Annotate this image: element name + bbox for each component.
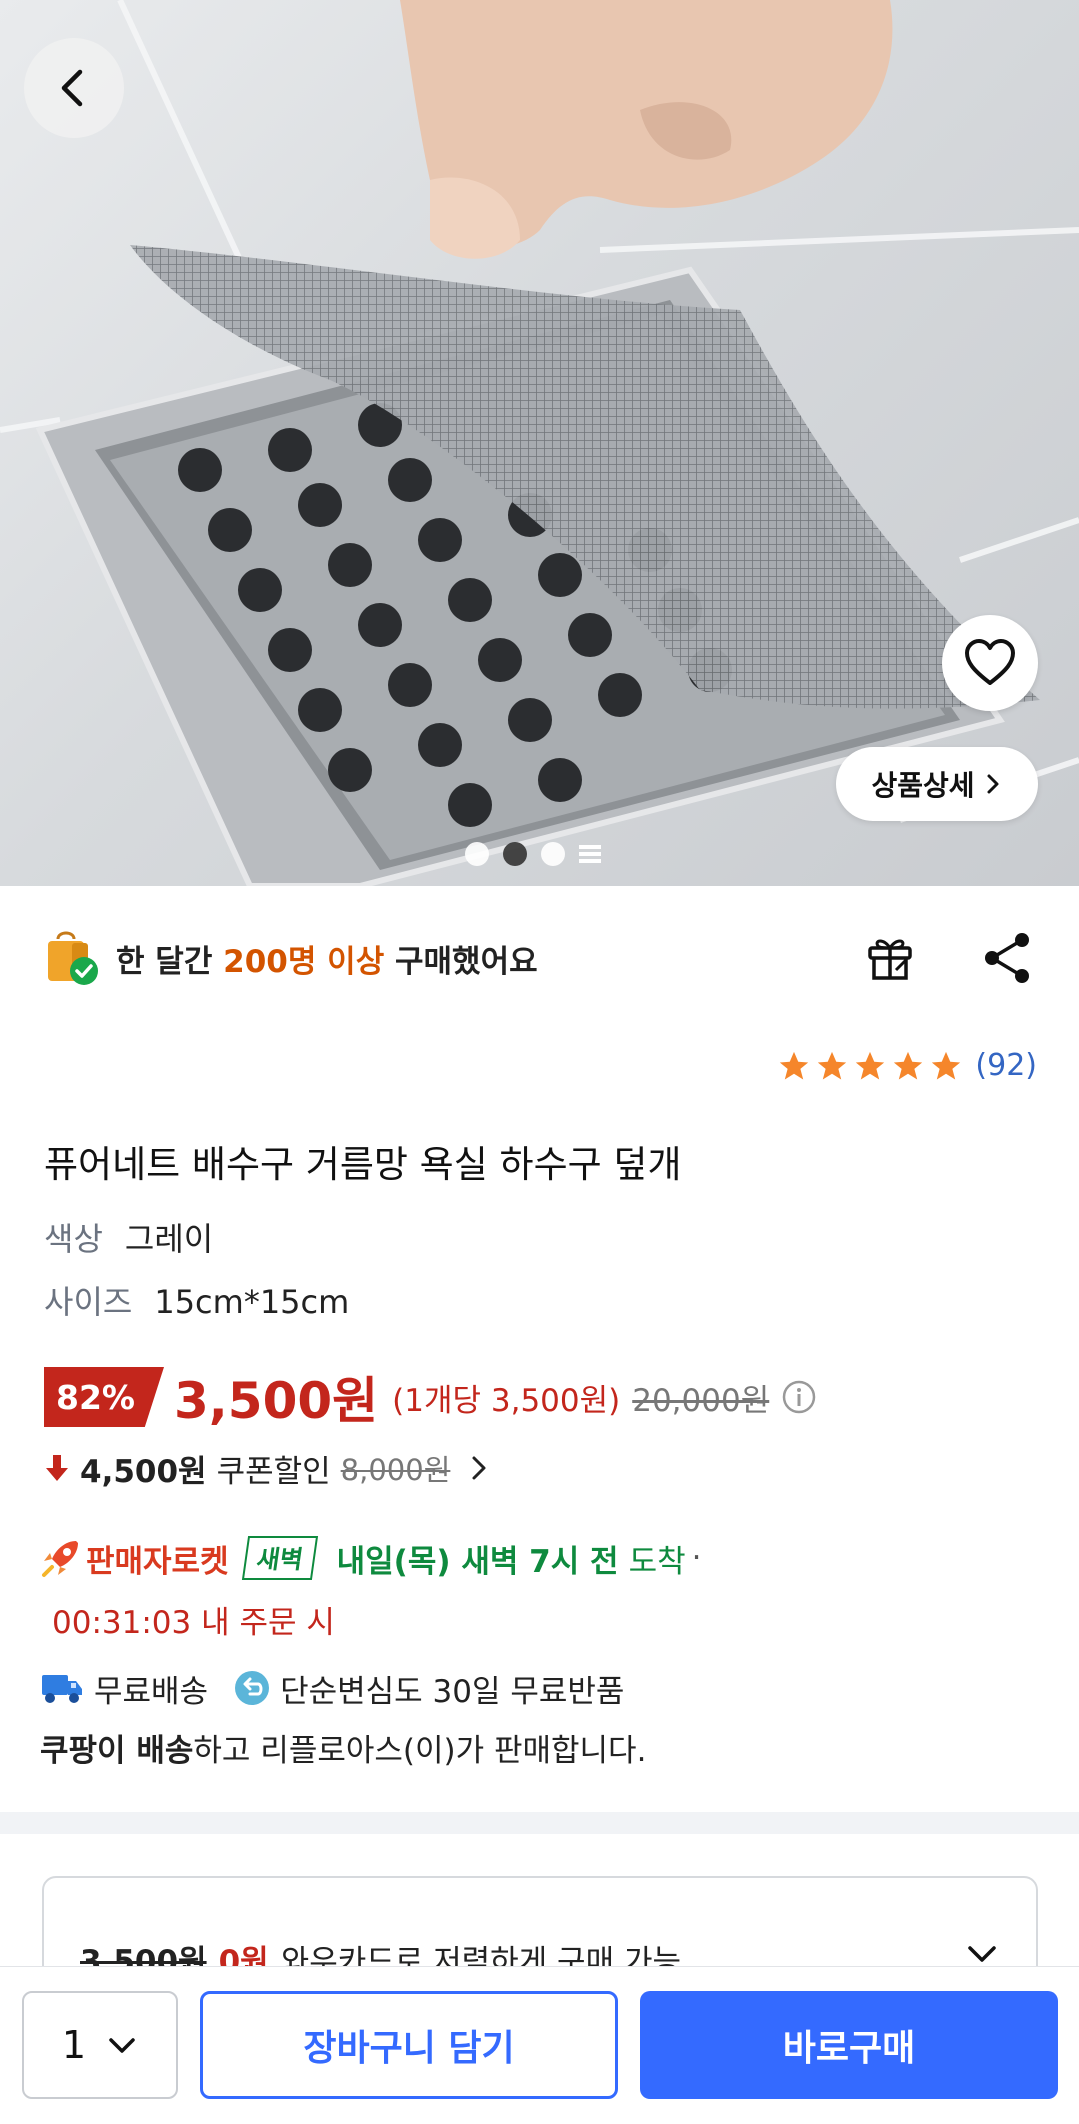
back-button[interactable] (24, 38, 124, 138)
delivery-date: 내일(목) 새벽 7시 전 (336, 1543, 619, 1580)
seller-info-rest: 하고 리플로아스(이)가 판매합니다. (193, 1733, 647, 1769)
free-return-label: 단순변심도 30일 무료반품 (280, 1673, 625, 1710)
coupon-amount: 4,500원 (80, 1453, 207, 1490)
product-detail-label: 상품상세 (871, 769, 975, 802)
chevron-right-icon (472, 1456, 486, 1480)
star-icon (894, 1051, 923, 1079)
chevron-down-icon (109, 2038, 135, 2053)
seller-rocket-label: 판매자로켓 (86, 1543, 229, 1580)
delivery-separator: · (691, 1540, 702, 1576)
purchase-count-prefix: 한 달간 (116, 943, 213, 980)
discount-badge: 82% (44, 1367, 164, 1427)
carousel-dot[interactable] (465, 842, 489, 866)
info-icon[interactable] (781, 1379, 817, 1415)
sale-price: 3,500원 (174, 1372, 379, 1430)
option-key: 사이즈 (44, 1283, 133, 1321)
purchase-count-text: 한 달간 200명 이상 구매했어요 (116, 936, 538, 981)
option-size: 사이즈 15cm*15cm (44, 1277, 349, 1323)
coupon-label: 쿠폰할인 (216, 1453, 331, 1490)
down-arrow-icon (46, 1455, 68, 1481)
shipping-info-row: 무료배송 단순변심도 30일 무료반품 (40, 1660, 624, 1716)
quantity-selector[interactable]: 1 (22, 1991, 178, 2099)
truck-icon (42, 1675, 82, 1703)
original-price: 20,000원 (632, 1382, 770, 1419)
wishlist-button[interactable] (942, 615, 1038, 711)
purchase-count-highlight: 200명 이상 (223, 943, 385, 980)
price-row: 82% 3,500원 (1개당 3,500원) 20,000원 (44, 1366, 817, 1430)
purchase-count-row: 한 달간 200명 이상 구매했어요 (44, 925, 538, 991)
coupon-discount-row[interactable]: 4,500원 쿠폰할인 8,000원 (44, 1444, 490, 1492)
chevron-right-icon (987, 774, 999, 794)
option-value: 15cm*15cm (154, 1283, 350, 1321)
add-to-cart-button[interactable]: 장바구니 담기 (200, 1991, 618, 2099)
order-countdown: 00:31:03 내 주문 시 (52, 1605, 335, 1641)
carousel-dot-active[interactable] (503, 842, 527, 866)
carousel-more-indicator (579, 845, 601, 863)
unit-price: (1개당 3,500원) (392, 1382, 621, 1419)
product-title: 퓨어네트 배수구 거름망 욕실 하수구 덮개 (44, 1143, 682, 1186)
return-icon (235, 1671, 270, 1705)
back-arrow-icon (61, 69, 83, 107)
carousel-indicator (465, 842, 601, 866)
quantity-value: 1 (61, 2023, 87, 2067)
star-icon (818, 1051, 847, 1079)
star-icon (780, 1051, 809, 1079)
heart-icon (965, 639, 1015, 685)
carousel-dot[interactable] (541, 842, 565, 866)
seller-info: 쿠팡이 배송하고 리플로아스(이)가 판매합니다. (40, 1725, 646, 1770)
rocket-icon (42, 1541, 78, 1577)
share-icon[interactable] (980, 930, 1036, 986)
delivery-row: 판매자로켓 새벽 내일(목) 새벽 7시 전 도착 · (40, 1530, 701, 1586)
delivery-arrive-label: 도착 (628, 1543, 686, 1580)
star-icon (856, 1051, 885, 1079)
option-key: 색상 (44, 1220, 103, 1258)
purchase-count-suffix: 구매했어요 (395, 943, 538, 980)
dawn-delivery-badge: 새벽 (241, 1536, 318, 1580)
review-count[interactable]: (92) (975, 1048, 1037, 1083)
bottom-action-bar: 1 장바구니 담기 바로구매 (0, 1966, 1079, 2124)
free-shipping-label: 무료배송 (94, 1673, 209, 1710)
buy-now-button[interactable]: 바로구매 (640, 1991, 1058, 2099)
gift-icon[interactable] (862, 930, 918, 986)
option-color: 색상 그레이 (44, 1214, 213, 1260)
product-detail-button[interactable]: 상품상세 (836, 747, 1038, 821)
seller-info-bold: 쿠팡이 배송 (40, 1733, 194, 1769)
option-value: 그레이 (124, 1220, 214, 1258)
coupon-original-price: 8,000원 (340, 1453, 451, 1487)
rating-summary[interactable]: (92) (777, 1048, 1037, 1083)
shopping-bag-check-icon (48, 931, 98, 985)
product-image-carousel[interactable]: 상품상세 (0, 0, 1079, 886)
star-icon (932, 1051, 961, 1079)
section-divider (0, 1812, 1079, 1834)
